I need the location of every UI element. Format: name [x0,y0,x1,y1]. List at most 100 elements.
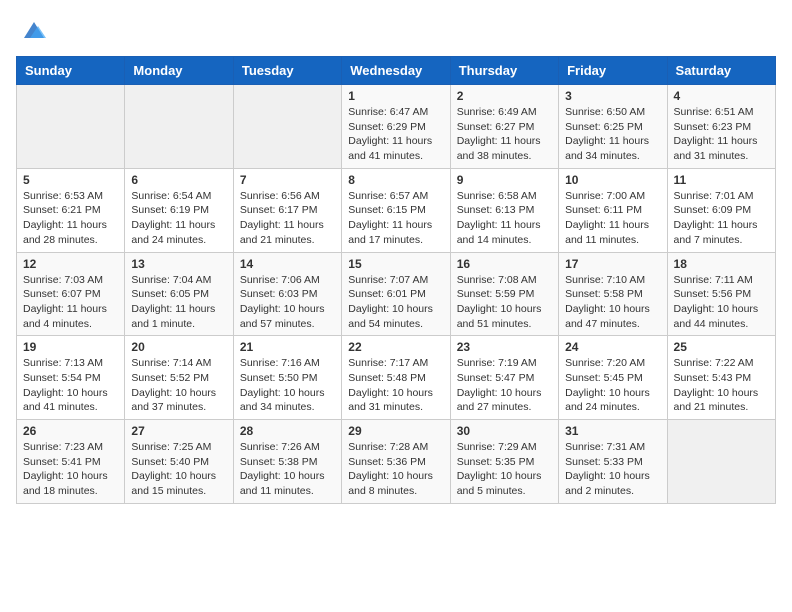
day-number: 16 [457,257,552,271]
day-number: 11 [674,173,769,187]
day-number: 23 [457,340,552,354]
calendar-cell: 12 Sunrise: 7:03 AM Sunset: 6:07 PM Dayli… [17,252,125,336]
calendar-day-header: Wednesday [342,57,450,85]
day-number: 7 [240,173,335,187]
day-number: 24 [565,340,660,354]
calendar-cell [17,85,125,169]
calendar-cell: 3Sunrise: 6:50 AM Sunset: 6:25 PM Daylig… [559,85,667,169]
calendar-cell: 23 Sunrise: 7:19 AM Sunset: 5:47 PM Dayli… [450,336,558,420]
calendar-cell: 31 Sunrise: 7:31 AM Sunset: 5:33 PM Dayli… [559,420,667,504]
day-number: 13 [131,257,226,271]
day-info: Sunrise: 6:47 AM Sunset: 6:29 PM Dayligh… [348,105,443,164]
day-info: Sunrise: 7:01 AM Sunset: 6:09 PM Dayligh… [674,189,769,248]
day-number: 30 [457,424,552,438]
calendar-cell: 28 Sunrise: 7:26 AM Sunset: 5:38 PM Dayli… [233,420,341,504]
day-number: 8 [348,173,443,187]
page-header [16,16,776,44]
day-number: 12 [23,257,118,271]
day-info: Sunrise: 7:07 AM Sunset: 6:01 PM Dayligh… [348,273,443,332]
calendar-week-row: 19 Sunrise: 7:13 AM Sunset: 5:54 PM Dayli… [17,336,776,420]
day-info: Sunrise: 7:29 AM Sunset: 5:35 PM Dayligh… [457,440,552,499]
calendar-day-header: Saturday [667,57,775,85]
calendar-cell: 15 Sunrise: 7:07 AM Sunset: 6:01 PM Dayli… [342,252,450,336]
calendar-cell [667,420,775,504]
day-info: Sunrise: 7:04 AM Sunset: 6:05 PM Dayligh… [131,273,226,332]
calendar-cell: 4 Sunrise: 6:51 AM Sunset: 6:23 PM Daylig… [667,85,775,169]
calendar-day-header: Friday [559,57,667,85]
calendar-cell: 17 Sunrise: 7:10 AM Sunset: 5:58 PM Dayli… [559,252,667,336]
day-number: 22 [348,340,443,354]
calendar-cell: 1Sunrise: 6:47 AM Sunset: 6:29 PM Daylig… [342,85,450,169]
calendar-cell: 27 Sunrise: 7:25 AM Sunset: 5:40 PM Dayli… [125,420,233,504]
day-number: 21 [240,340,335,354]
calendar-cell: 30 Sunrise: 7:29 AM Sunset: 5:35 PM Dayli… [450,420,558,504]
day-info: Sunrise: 7:22 AM Sunset: 5:43 PM Dayligh… [674,356,769,415]
day-info: Sunrise: 7:25 AM Sunset: 5:40 PM Dayligh… [131,440,226,499]
day-number: 17 [565,257,660,271]
calendar-cell: 18Sunrise: 7:11 AM Sunset: 5:56 PM Dayli… [667,252,775,336]
day-number: 6 [131,173,226,187]
calendar-cell: 9Sunrise: 6:58 AM Sunset: 6:13 PM Daylig… [450,168,558,252]
day-info: Sunrise: 7:26 AM Sunset: 5:38 PM Dayligh… [240,440,335,499]
calendar-week-row: 12 Sunrise: 7:03 AM Sunset: 6:07 PM Dayli… [17,252,776,336]
calendar-cell: 26Sunrise: 7:23 AM Sunset: 5:41 PM Dayli… [17,420,125,504]
day-number: 4 [674,89,769,103]
day-info: Sunrise: 7:13 AM Sunset: 5:54 PM Dayligh… [23,356,118,415]
calendar-week-row: 26Sunrise: 7:23 AM Sunset: 5:41 PM Dayli… [17,420,776,504]
day-number: 5 [23,173,118,187]
day-number: 10 [565,173,660,187]
calendar-day-header: Thursday [450,57,558,85]
day-info: Sunrise: 6:58 AM Sunset: 6:13 PM Dayligh… [457,189,552,248]
calendar-cell: 7 Sunrise: 6:56 AM Sunset: 6:17 PM Daylig… [233,168,341,252]
calendar-cell: 6 Sunrise: 6:54 AM Sunset: 6:19 PM Daylig… [125,168,233,252]
calendar-week-row: 5 Sunrise: 6:53 AM Sunset: 6:21 PM Daylig… [17,168,776,252]
day-info: Sunrise: 7:11 AM Sunset: 5:56 PM Dayligh… [674,273,769,332]
calendar-cell: 20Sunrise: 7:14 AM Sunset: 5:52 PM Dayli… [125,336,233,420]
calendar-week-row: 1Sunrise: 6:47 AM Sunset: 6:29 PM Daylig… [17,85,776,169]
calendar-cell: 22 Sunrise: 7:17 AM Sunset: 5:48 PM Dayli… [342,336,450,420]
day-info: Sunrise: 7:06 AM Sunset: 6:03 PM Dayligh… [240,273,335,332]
calendar-cell: 25 Sunrise: 7:22 AM Sunset: 5:43 PM Dayli… [667,336,775,420]
day-info: Sunrise: 7:17 AM Sunset: 5:48 PM Dayligh… [348,356,443,415]
logo [16,16,48,44]
day-info: Sunrise: 6:51 AM Sunset: 6:23 PM Dayligh… [674,105,769,164]
day-number: 19 [23,340,118,354]
day-info: Sunrise: 7:10 AM Sunset: 5:58 PM Dayligh… [565,273,660,332]
calendar-day-header: Monday [125,57,233,85]
day-info: Sunrise: 6:53 AM Sunset: 6:21 PM Dayligh… [23,189,118,248]
calendar-header-row: SundayMondayTuesdayWednesdayThursdayFrid… [17,57,776,85]
calendar-cell: 24 Sunrise: 7:20 AM Sunset: 5:45 PM Dayli… [559,336,667,420]
day-info: Sunrise: 7:19 AM Sunset: 5:47 PM Dayligh… [457,356,552,415]
day-number: 28 [240,424,335,438]
day-number: 15 [348,257,443,271]
calendar-day-header: Sunday [17,57,125,85]
day-info: Sunrise: 7:31 AM Sunset: 5:33 PM Dayligh… [565,440,660,499]
day-number: 29 [348,424,443,438]
day-info: Sunrise: 6:50 AM Sunset: 6:25 PM Dayligh… [565,105,660,164]
calendar-cell: 5 Sunrise: 6:53 AM Sunset: 6:21 PM Daylig… [17,168,125,252]
calendar-cell: 19 Sunrise: 7:13 AM Sunset: 5:54 PM Dayli… [17,336,125,420]
day-number: 26 [23,424,118,438]
day-info: Sunrise: 7:16 AM Sunset: 5:50 PM Dayligh… [240,356,335,415]
calendar-cell: 11 Sunrise: 7:01 AM Sunset: 6:09 PM Dayli… [667,168,775,252]
day-number: 31 [565,424,660,438]
calendar-cell: 14Sunrise: 7:06 AM Sunset: 6:03 PM Dayli… [233,252,341,336]
calendar-cell: 8Sunrise: 6:57 AM Sunset: 6:15 PM Daylig… [342,168,450,252]
calendar-cell: 29 Sunrise: 7:28 AM Sunset: 5:36 PM Dayli… [342,420,450,504]
day-info: Sunrise: 7:20 AM Sunset: 5:45 PM Dayligh… [565,356,660,415]
calendar-cell [125,85,233,169]
day-info: Sunrise: 6:56 AM Sunset: 6:17 PM Dayligh… [240,189,335,248]
day-number: 27 [131,424,226,438]
day-info: Sunrise: 7:14 AM Sunset: 5:52 PM Dayligh… [131,356,226,415]
day-info: Sunrise: 7:03 AM Sunset: 6:07 PM Dayligh… [23,273,118,332]
calendar-cell: 21 Sunrise: 7:16 AM Sunset: 5:50 PM Dayli… [233,336,341,420]
day-info: Sunrise: 6:49 AM Sunset: 6:27 PM Dayligh… [457,105,552,164]
day-info: Sunrise: 7:00 AM Sunset: 6:11 PM Dayligh… [565,189,660,248]
day-info: Sunrise: 7:28 AM Sunset: 5:36 PM Dayligh… [348,440,443,499]
day-number: 25 [674,340,769,354]
calendar-cell: 10 Sunrise: 7:00 AM Sunset: 6:11 PM Dayli… [559,168,667,252]
day-info: Sunrise: 6:54 AM Sunset: 6:19 PM Dayligh… [131,189,226,248]
calendar-day-header: Tuesday [233,57,341,85]
calendar-cell: 13 Sunrise: 7:04 AM Sunset: 6:05 PM Dayli… [125,252,233,336]
calendar-cell: 16Sunrise: 7:08 AM Sunset: 5:59 PM Dayli… [450,252,558,336]
